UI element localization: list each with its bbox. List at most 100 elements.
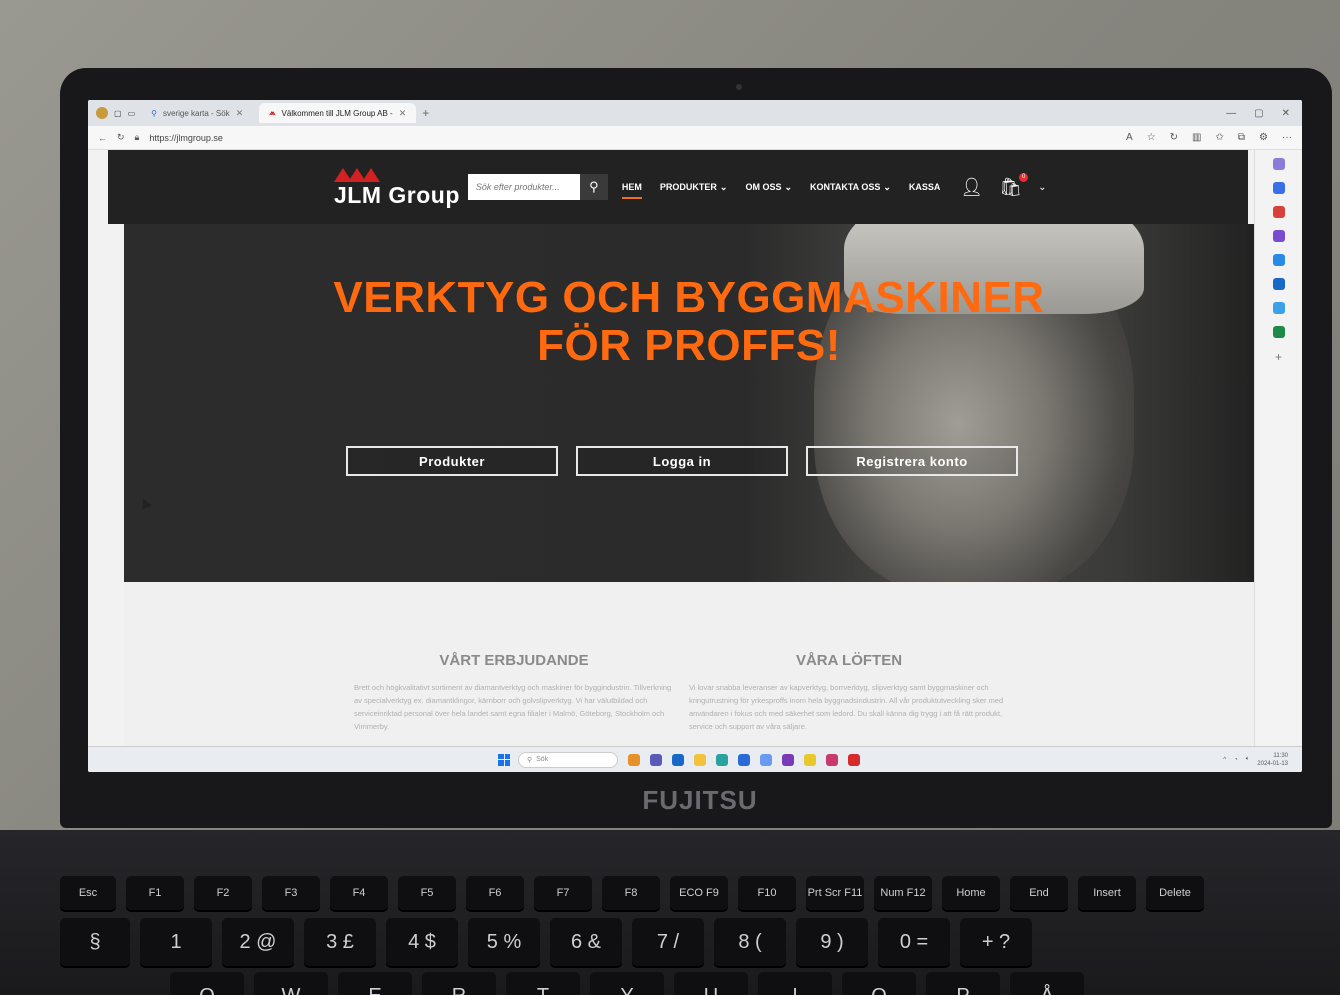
tab-jlm[interactable]: ⩕ Välkommen till JLM Group AB - ✕ <box>259 103 417 123</box>
toolbox-icon[interactable] <box>1272 206 1285 218</box>
collections-icon[interactable]: ⧉ <box>1238 132 1245 143</box>
camera-app-icon[interactable] <box>628 753 640 766</box>
site-logo[interactable]: JLM Group <box>334 166 460 209</box>
refresh-icon[interactable]: ↻ <box>117 132 125 143</box>
maximize-icon[interactable]: ▢ <box>1254 108 1263 119</box>
key[interactable]: § <box>60 918 130 966</box>
system-clock[interactable]: 11:30 2024-01-13 <box>1257 752 1288 768</box>
chevron-down-icon[interactable]: ⌄ <box>1038 182 1046 193</box>
file-explorer-icon[interactable] <box>694 753 706 766</box>
games-icon[interactable] <box>1272 230 1285 242</box>
key[interactable]: F8 <box>602 876 660 910</box>
register-button[interactable]: Registrera konto <box>806 446 1018 476</box>
minimize-icon[interactable]: — <box>1226 108 1236 119</box>
split-screen-icon[interactable]: ▥ <box>1192 132 1201 143</box>
url-field[interactable]: https://jlmgroup.se <box>149 133 223 143</box>
key[interactable]: 6 & <box>550 918 622 966</box>
nav-kassa[interactable]: KASSA <box>909 182 941 192</box>
key[interactable]: F4 <box>330 876 388 910</box>
send-icon[interactable] <box>1272 302 1285 314</box>
close-icon[interactable]: ✕ <box>236 108 244 119</box>
key[interactable]: 2 @ <box>222 918 294 966</box>
key[interactable]: Å <box>1010 972 1084 995</box>
key[interactable]: 0 = <box>878 918 950 966</box>
more-icon[interactable]: ··· <box>1282 132 1292 143</box>
favorites-icon[interactable]: ✩ <box>1216 132 1224 143</box>
volume-icon[interactable]: 🔈︎ <box>1246 756 1250 763</box>
key[interactable]: I <box>758 972 832 995</box>
key[interactable]: Prt Scr F11 <box>806 876 864 910</box>
edge-browser-icon[interactable] <box>716 753 728 766</box>
key[interactable]: + ? <box>960 918 1032 966</box>
search-button[interactable]: ⚲ <box>579 174 608 200</box>
key[interactable]: O <box>842 972 916 995</box>
read-aloud-icon[interactable]: A <box>1126 132 1133 143</box>
key[interactable]: T <box>506 972 580 995</box>
excel-icon[interactable] <box>1272 326 1285 338</box>
nav-om-oss[interactable]: OM OSS ⌄ <box>745 182 792 193</box>
key[interactable]: 4 $ <box>386 918 458 966</box>
key[interactable]: Esc <box>60 876 116 910</box>
tag-icon[interactable] <box>1272 182 1285 194</box>
profile-icon[interactable] <box>96 107 108 119</box>
key[interactable]: 3 £ <box>304 918 376 966</box>
extensions-icon[interactable]: ⚙ <box>1259 132 1268 143</box>
key[interactable]: 7 / <box>632 918 704 966</box>
key[interactable]: Y <box>590 972 664 995</box>
key[interactable]: ECO F9 <box>670 876 728 910</box>
key[interactable]: W <box>254 972 328 995</box>
new-tab-button[interactable]: + <box>422 106 429 120</box>
app-icon[interactable] <box>826 753 838 766</box>
key[interactable]: Num F12 <box>874 876 932 910</box>
powerautomate-app-icon[interactable] <box>760 753 772 766</box>
nav-hem[interactable]: HEM <box>621 182 642 199</box>
tab-search[interactable]: ⚲ sverige karta - Sök ✕ <box>141 103 253 123</box>
office-icon[interactable] <box>1272 254 1285 266</box>
search-icon[interactable] <box>1272 158 1285 170</box>
key[interactable]: 8 ( <box>714 918 786 966</box>
teams-app-icon[interactable] <box>650 753 662 766</box>
key[interactable]: 9 ) <box>796 918 868 966</box>
wifi-icon[interactable]: ◔ <box>1234 757 1238 763</box>
onenote-app-icon[interactable] <box>782 753 794 766</box>
close-window-icon[interactable]: ✕ <box>1282 108 1290 119</box>
workspaces-icon[interactable]: ▢ <box>114 109 122 118</box>
tab-actions-icon[interactable]: ▭ <box>128 109 136 118</box>
nav-kontakta-oss[interactable]: KONTAKTA OSS ⌄ <box>810 182 891 193</box>
key[interactable]: P <box>926 972 1000 995</box>
user-account-icon[interactable]: 👤︎ <box>960 177 983 198</box>
todo-app-icon[interactable] <box>738 753 750 766</box>
sticky-notes-icon[interactable] <box>804 753 816 766</box>
outlook-icon[interactable] <box>1272 278 1285 290</box>
start-button[interactable] <box>498 753 510 766</box>
search-input[interactable] <box>467 174 580 200</box>
outlook-app-icon[interactable] <box>672 753 684 766</box>
key[interactable]: F5 <box>398 876 456 910</box>
key[interactable]: F7 <box>534 876 592 910</box>
key[interactable]: F1 <box>126 876 184 910</box>
chevron-up-icon[interactable]: ^ <box>1223 757 1226 763</box>
key[interactable]: Home <box>942 876 1000 910</box>
key[interactable]: 1 <box>140 918 212 966</box>
key[interactable]: Insert <box>1078 876 1136 910</box>
login-button[interactable]: Logga in <box>576 446 788 476</box>
taskbar-search[interactable]: ⚲ Sök <box>518 751 618 768</box>
nav-produkter[interactable]: PRODUKTER ⌄ <box>660 182 728 193</box>
key[interactable]: E <box>338 972 412 995</box>
cart-button[interactable]: 🛍︎ 0 <box>999 172 1029 198</box>
key[interactable]: Q <box>170 972 244 995</box>
acrobat-app-icon[interactable] <box>848 753 860 766</box>
add-icon[interactable]: + <box>1275 350 1282 364</box>
key[interactable]: 5 % <box>468 918 540 966</box>
key[interactable]: End <box>1010 876 1068 910</box>
produkter-button[interactable]: Produkter <box>346 446 558 476</box>
back-icon[interactable]: ← <box>98 133 107 143</box>
key[interactable]: R <box>422 972 496 995</box>
key[interactable]: Delete <box>1146 876 1204 910</box>
key[interactable]: U <box>674 972 748 995</box>
key[interactable]: F10 <box>738 876 796 910</box>
key[interactable]: F3 <box>262 876 320 910</box>
key[interactable]: F2 <box>194 876 252 910</box>
favorite-star-icon[interactable]: ☆ <box>1147 132 1156 143</box>
close-icon[interactable]: ✕ <box>399 108 407 119</box>
